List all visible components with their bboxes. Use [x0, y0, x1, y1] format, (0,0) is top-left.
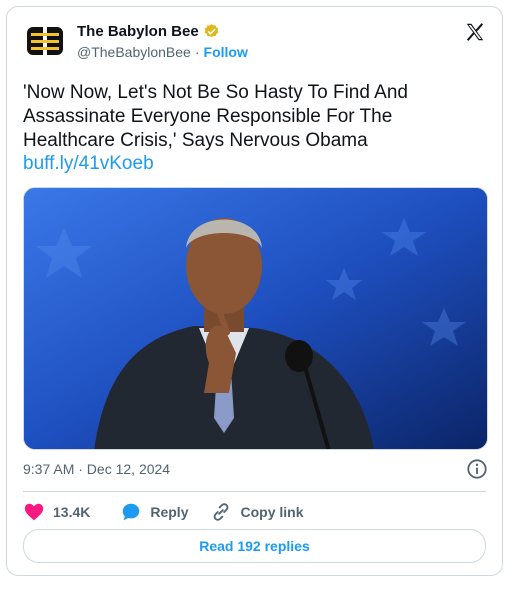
handle[interactable]: @TheBabylonBee [77, 44, 191, 60]
tweet-link[interactable]: buff.ly/41vKoeb [23, 153, 154, 175]
like-count: 13.4K [53, 504, 91, 520]
copy-link-label: Copy link [240, 504, 304, 520]
like-button[interactable]: 13.4K [23, 501, 90, 523]
tweet-actions: 13.4K Reply Copy link [23, 501, 304, 523]
display-name[interactable]: The Babylon Bee [77, 23, 199, 40]
x-logo-icon[interactable] [464, 21, 486, 43]
handle-row: @TheBabylonBee · Follow [77, 44, 248, 60]
tweet-text: 'Now Now, Let's Not Be So Hasty To Find … [23, 82, 408, 151]
heart-icon [24, 503, 44, 521]
babylon-bee-logo[interactable] [25, 21, 65, 61]
tweet-card: The Babylon Bee @TheBabylonBee · Follow … [6, 6, 503, 576]
tweet-image[interactable] [23, 187, 488, 450]
separator: · [194, 44, 200, 60]
read-replies-button[interactable]: Read 192 replies [23, 529, 486, 563]
copy-link-button[interactable]: Copy link [210, 501, 304, 523]
follow-button[interactable]: Follow [204, 44, 248, 60]
reply-label: Reply [150, 504, 189, 520]
gold-verified-badge-icon [204, 24, 219, 38]
link-icon [214, 503, 229, 521]
info-icon[interactable] [466, 458, 488, 480]
photo-illustration [24, 188, 487, 449]
author-name-row: The Babylon Bee [77, 23, 220, 40]
reply-button[interactable]: Reply [120, 501, 188, 523]
divider [23, 491, 486, 492]
tweet-timestamp[interactable]: 9:37 AM · Dec 12, 2024 [23, 461, 170, 477]
speech-bubble-icon [123, 503, 140, 521]
